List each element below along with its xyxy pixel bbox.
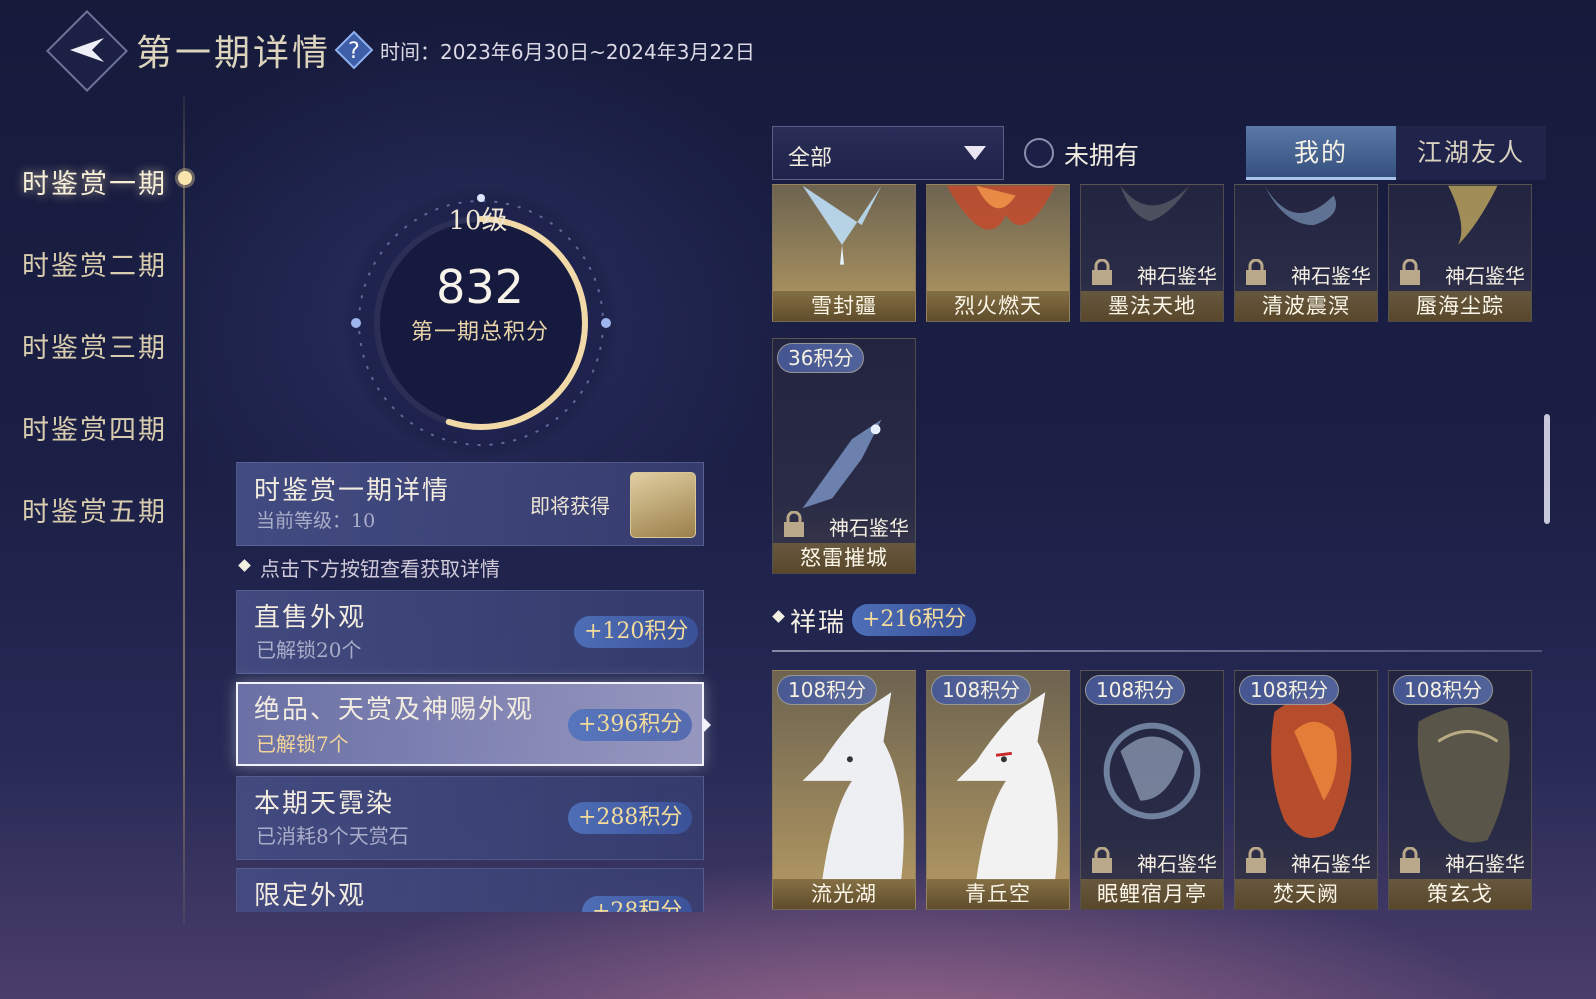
source-title: 绝品、天赏及神赐外观 [254,695,535,725]
current-level: 当前等级：10 [256,510,376,532]
hint-bullet-icon [238,559,251,572]
source-points-badge: +120积分 [574,616,699,648]
item-card[interactable]: 雪封疆 [772,184,916,322]
lock-icon [1092,259,1112,285]
page-title: 第一期详情 [136,33,332,74]
item-name: 怒雷摧城 [773,543,915,573]
stone-label: 神石鉴华 [1137,852,1217,876]
hint-text: 点击下方按钮查看获取详情 [260,557,500,581]
item-card[interactable]: 神石鉴华 墨法天地 [1080,184,1224,322]
points-tag: 108积分 [1393,675,1494,705]
period-detail-title: 时鉴赏一期详情 [254,476,451,506]
section-divider [772,650,1542,652]
lock-icon [1400,259,1420,285]
stone-label: 神石鉴华 [829,516,909,540]
sidebar-divider [183,95,185,925]
tab-friends[interactable]: 江湖友人 [1396,126,1546,180]
points-tag: 36积分 [777,343,865,373]
item-name: 蜃海尘踪 [1389,291,1531,321]
sidebar-item-period-4[interactable]: 时鉴赏四期 [22,408,167,447]
grid-scrollbar[interactable] [1544,414,1550,524]
help-glyph: ? [348,39,360,64]
lock-icon [1400,847,1420,873]
item-card[interactable]: 108积分 神石鉴华 策玄戈 [1388,670,1532,910]
unowned-radio-label: 未拥有 [1064,141,1140,170]
source-title: 本期天霓染 [254,789,395,819]
item-card[interactable]: 烈火燃天 [926,184,1070,322]
stone-label: 神石鉴华 [1291,852,1371,876]
stone-label: 神石鉴华 [1445,264,1525,288]
sidebar-item-period-5[interactable]: 时鉴赏五期 [22,490,167,529]
item-card[interactable]: 108积分 神石鉴华 焚天阙 [1234,670,1378,910]
source-subtitle: 已解锁20个 [256,638,362,662]
source-title: 直售外观 [254,603,367,633]
help-icon[interactable]: ? [334,30,374,70]
total-score: 832 [436,260,524,314]
item-name: 墨法天地 [1081,291,1223,321]
stone-label: 神石鉴华 [1137,264,1217,288]
back-arrow-icon [70,38,104,62]
points-tag: 108积分 [1085,675,1186,705]
section-title: 祥瑞 [790,608,847,638]
stone-label: 神石鉴华 [1445,852,1525,876]
item-card[interactable]: 108积分 神石鉴华 眠鲤宿月亭 [1080,670,1224,910]
item-name: 清波震溟 [1235,291,1377,321]
fire-art-icon [946,185,1056,230]
tab-mine[interactable]: 我的 [1246,126,1396,180]
total-score-label: 第一期总积分 [410,320,549,345]
category-select-value: 全部 [788,146,833,171]
section-points-badge: +216积分 [852,604,977,636]
item-name: 雪封疆 [773,291,915,321]
item-name: 焚天阙 [1235,879,1377,909]
sidebar-item-period-3[interactable]: 时鉴赏三期 [22,326,167,365]
selected-arrow-icon [702,716,711,734]
source-subtitle: 已解锁7个 [256,732,349,756]
lock-icon [784,511,804,537]
item-card[interactable]: 36积分 神石鉴华 怒雷摧城 [772,338,916,574]
chevron-down-icon [964,146,986,160]
lock-icon [1246,847,1266,873]
section-item-row: 108积分 流光湖 108积分 青丘空 108积分 神石鉴华 眠鲤宿月亭 108… [772,670,1542,910]
item-name: 青丘空 [927,879,1069,909]
source-title: 限定外观 [254,881,367,911]
unowned-radio[interactable] [1024,138,1054,168]
item-card[interactable]: 神石鉴华 清波震溟 [1234,184,1378,322]
source-points-badge: +28积分 [582,896,693,912]
item-name: 策玄戈 [1389,879,1531,909]
source-points-badge: +396积分 [568,709,693,741]
source-subtitle: 已消耗8个天赏石 [256,824,409,848]
upcoming-reward-label: 即将获得 [530,494,610,518]
item-card[interactable]: 108积分 流光湖 [772,670,916,910]
points-tag: 108积分 [931,675,1032,705]
ice-art-icon [802,185,882,265]
item-name: 流光湖 [773,879,915,909]
stone-label: 神石鉴华 [1291,264,1371,288]
source-points-badge: +288积分 [568,802,693,834]
level-label: 10级 [448,206,508,236]
sidebar-item-period-2[interactable]: 时鉴赏二期 [22,244,167,283]
points-tag: 108积分 [777,675,878,705]
item-card[interactable]: 神石鉴华 蜃海尘踪 [1388,184,1532,322]
item-card[interactable]: 108积分 青丘空 [926,670,1070,910]
lock-icon [1246,259,1266,285]
active-marker-icon [175,168,195,188]
source-card-limited-clip: 限定外观 +28积分 [236,868,704,912]
points-tag: 108积分 [1239,675,1340,705]
item-name: 眠鲤宿月亭 [1081,879,1223,909]
lock-icon [1092,847,1112,873]
event-time: 时间：2023年6月30日~2024年3月22日 [380,40,755,64]
upcoming-reward-item-icon[interactable] [630,472,696,538]
sidebar-item-period-1[interactable]: 时鉴赏一期 [22,162,167,201]
item-name: 烈火燃天 [927,291,1069,321]
